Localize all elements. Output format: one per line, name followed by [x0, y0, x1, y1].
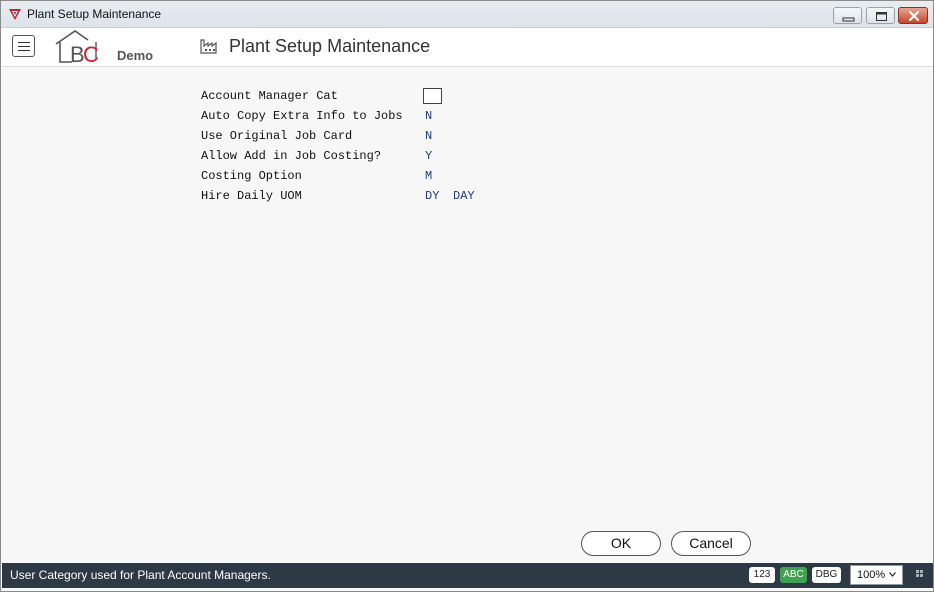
maximize-button[interactable] — [866, 7, 895, 24]
status-message: User Category used for Plant Account Man… — [10, 568, 271, 582]
title-bar: Plant Setup Maintenance — [1, 1, 933, 28]
zoom-select[interactable]: 100% — [850, 565, 903, 585]
hire-daily-uom-value[interactable]: DY — [425, 189, 439, 203]
status-bar: User Category used for Plant Account Man… — [2, 563, 933, 588]
hire-daily-uom-description: DAY — [453, 189, 475, 203]
use-original-job-card-value[interactable]: N — [425, 129, 432, 143]
field-hire-daily-uom: Hire Daily UOM DY DAY — [201, 189, 601, 209]
field-use-original-job-card: Use Original Job Card N — [201, 129, 601, 149]
window-title: Plant Setup Maintenance — [27, 7, 162, 21]
field-auto-copy-extra-info: Auto Copy Extra Info to Jobs N — [201, 109, 601, 129]
text-mode-badge[interactable]: ABC — [780, 567, 807, 583]
field-account-manager-cat: Account Manager Cat — [201, 88, 601, 109]
field-label: Account Manager Cat — [201, 89, 338, 103]
field-allow-add-job-costing: Allow Add in Job Costing? Y — [201, 149, 601, 169]
account-manager-cat-input[interactable] — [423, 88, 442, 104]
close-icon — [908, 10, 920, 22]
maximize-icon — [876, 12, 887, 21]
factory-icon — [200, 39, 217, 54]
app-window: Plant Setup Maintenance B C Demo Plant S… — [0, 0, 934, 592]
debug-mode-badge[interactable]: DBG — [812, 567, 841, 583]
field-costing-option: Costing Option M — [201, 169, 601, 189]
svg-text:C: C — [83, 42, 99, 66]
field-label: Allow Add in Job Costing? — [201, 149, 382, 163]
app-icon — [9, 9, 21, 20]
allow-add-job-costing-value[interactable]: Y — [425, 149, 432, 163]
logo-demo-label: Demo — [117, 48, 154, 63]
field-label: Use Original Job Card — [201, 129, 353, 143]
menu-button[interactable] — [12, 35, 35, 57]
ok-button[interactable]: OK — [581, 531, 661, 556]
close-button[interactable] — [898, 7, 928, 24]
cancel-button[interactable]: Cancel — [671, 531, 751, 556]
zoom-value: 100% — [857, 569, 886, 581]
hamburger-menu-icon — [18, 42, 30, 51]
costing-option-value[interactable]: M — [425, 169, 432, 183]
field-label: Auto Copy Extra Info to Jobs — [201, 109, 403, 123]
app-header: B C Demo Plant Setup Maintenance — [2, 28, 933, 67]
field-label: Costing Option — [201, 169, 302, 183]
minimize-button[interactable] — [833, 7, 862, 24]
auto-copy-extra-info-value[interactable]: N — [425, 109, 432, 123]
resize-grip-icon[interactable] — [916, 570, 925, 579]
field-label: Hire Daily UOM — [201, 189, 302, 203]
page-title: Plant Setup Maintenance — [229, 36, 431, 56]
minimize-icon — [842, 17, 855, 22]
chevron-down-icon — [889, 572, 896, 577]
numeric-mode-badge[interactable]: 123 — [749, 567, 775, 583]
